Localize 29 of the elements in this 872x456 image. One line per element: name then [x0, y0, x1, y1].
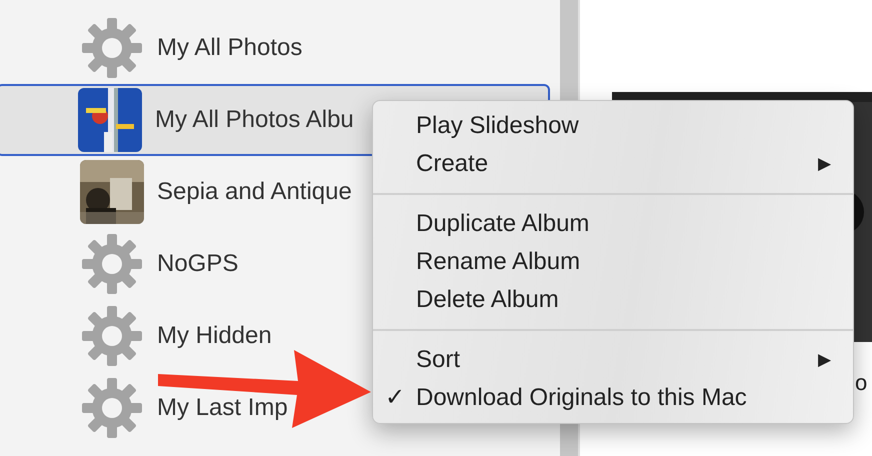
caption-text: o: [855, 369, 868, 397]
album-row[interactable]: My All Photos: [0, 12, 304, 84]
check-icon: ✓: [385, 380, 405, 416]
menu-label: Download Originals to this Mac: [416, 383, 748, 413]
gear-icon: [80, 16, 144, 80]
gear-icon: [80, 232, 144, 296]
gear-icon: [80, 304, 144, 368]
menu-label: Delete Album: [416, 285, 560, 315]
menu-item[interactable]: Rename Album: [373, 243, 853, 281]
album-row[interactable]: Sepia and Antique: [0, 156, 354, 228]
menu-item[interactable]: Delete Album: [373, 281, 853, 319]
submenu-arrow-icon: ▶: [818, 347, 831, 373]
menu-item[interactable]: Duplicate Album: [373, 205, 853, 243]
album-row[interactable]: NoGPS: [0, 228, 240, 300]
menu-label: Sort: [416, 345, 462, 375]
menu-item[interactable]: ✓ Download Originals to this Mac: [373, 379, 853, 417]
album-row[interactable]: My Last Imp: [0, 372, 290, 444]
menu-item[interactable]: Sort ▶: [373, 341, 853, 379]
album-row[interactable]: My Hidden: [0, 300, 274, 372]
album-name: My All Photos Albu: [155, 105, 354, 135]
album-name: My Last Imp: [157, 393, 288, 423]
album-name: Sepia and Antique: [157, 177, 352, 207]
gear-icon: [80, 376, 144, 440]
submenu-arrow-icon: ▶: [818, 151, 831, 177]
album-name: My All Photos: [157, 33, 302, 63]
album-name: NoGPS: [157, 249, 238, 279]
menu-label: Duplicate Album: [416, 209, 590, 239]
menu-label: Rename Album: [416, 247, 582, 277]
album-name: My Hidden: [157, 321, 272, 351]
